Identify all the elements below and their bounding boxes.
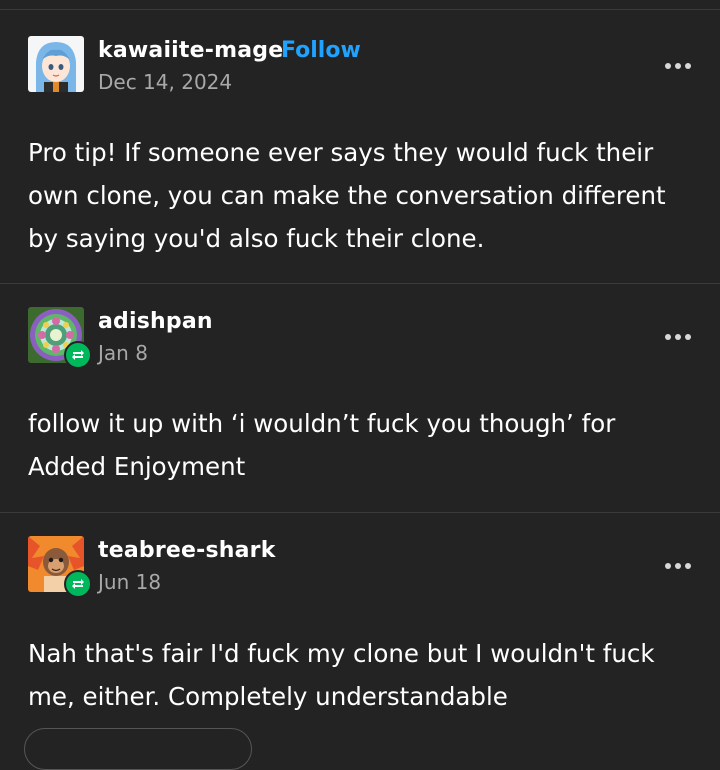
more-options-icon[interactable] [660, 56, 696, 76]
post-body-line: Pro tip! If someone ever says they would… [28, 138, 654, 167]
username[interactable]: adishpan [98, 309, 213, 334]
more-options-icon[interactable] [660, 327, 696, 347]
tag-pill[interactable] [24, 728, 252, 770]
post-body: Pro tip! If someone ever says they would… [28, 131, 692, 260]
post-body-line: by saying you'd also fuck their clone. [28, 224, 485, 253]
top-divider [0, 9, 720, 10]
username[interactable]: teabree-shark [98, 538, 276, 563]
post-date[interactable]: Jan 8 [98, 341, 148, 365]
reblog-icon [64, 341, 92, 369]
post-body-line: Added Enjoyment [28, 452, 246, 481]
avatar-kawaiite-mage[interactable] [28, 36, 84, 92]
post-body: follow it up with ‘i wouldn’t fuck you t… [28, 402, 692, 488]
post-body: Nah that's fair I'd fuck my clone but I … [28, 632, 692, 718]
post-body-line: follow it up with ‘i wouldn’t fuck you t… [28, 409, 616, 438]
username[interactable]: kawaiite-mage [98, 38, 283, 63]
post-body-line: Nah that's fair I'd fuck my clone but I … [28, 639, 655, 668]
post-body-line: me, either. Completely understandable [28, 682, 508, 711]
post-date[interactable]: Dec 14, 2024 [98, 70, 232, 94]
post-date[interactable]: Jun 18 [98, 570, 161, 594]
more-options-icon[interactable] [660, 556, 696, 576]
reblog-icon [64, 570, 92, 598]
post-divider [0, 283, 720, 284]
follow-button[interactable]: Follow [281, 38, 361, 63]
post-body-line: own clone, you can make the conversation… [28, 181, 666, 210]
post-divider [0, 512, 720, 513]
